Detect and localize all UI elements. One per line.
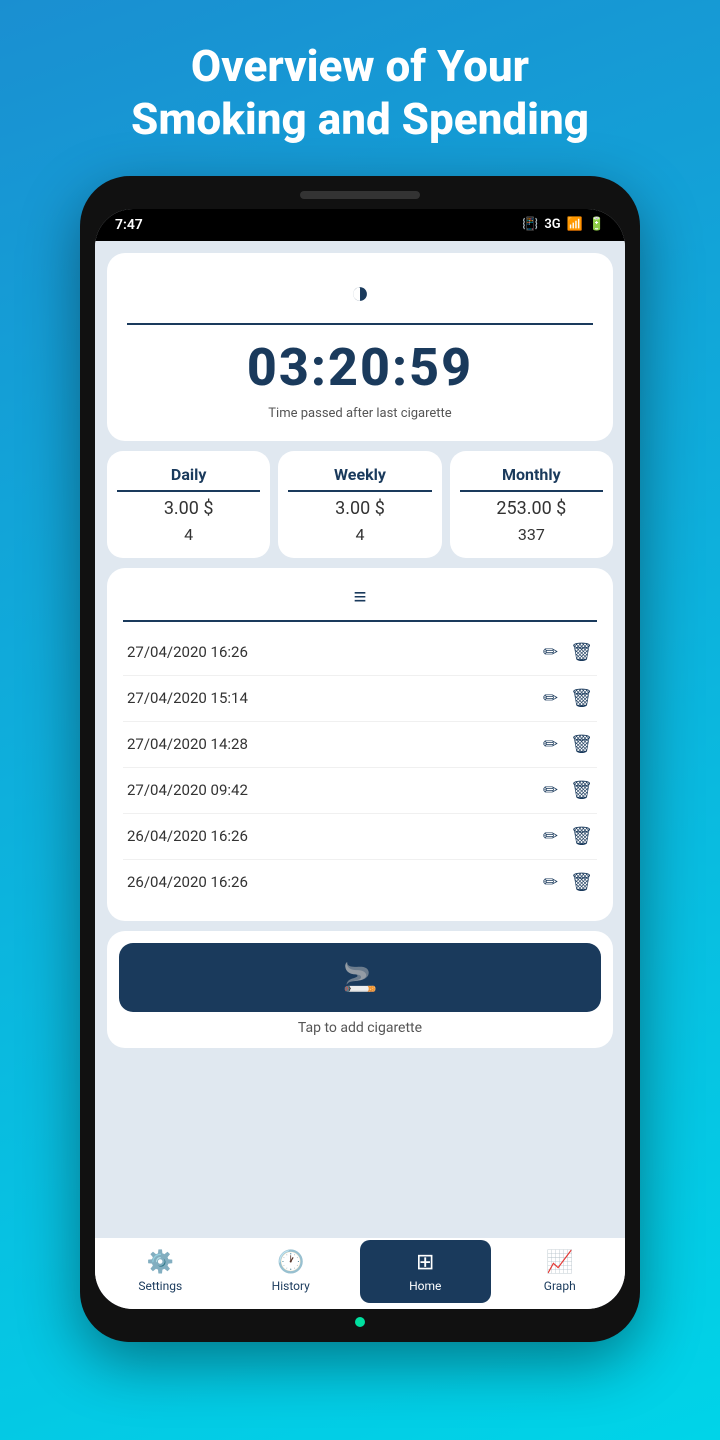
list-date-2: 27/04/2020 15:14 <box>127 689 248 707</box>
stats-row: Daily 3.00 $ 4 Weekly 3.00 $ 4 Monthly 2… <box>107 451 613 558</box>
add-label: Tap to add cigarette <box>298 1020 422 1036</box>
list-item: 27/04/2020 16:26 ✏ 🗑 <box>123 630 597 676</box>
list-date-5: 26/04/2020 16:26 <box>127 827 248 845</box>
nav-label-home: Home <box>409 1279 441 1293</box>
list-icon: ≡ <box>354 584 367 610</box>
stat-card-daily: Daily 3.00 $ 4 <box>107 451 270 558</box>
stat-divider-weekly <box>288 490 431 492</box>
stat-card-weekly: Weekly 3.00 $ 4 <box>278 451 441 558</box>
phone-notch <box>300 191 420 199</box>
settings-icon: ⚙️ <box>147 1250 174 1275</box>
nav-item-home[interactable]: ⊞ Home <box>360 1240 491 1303</box>
cigarette-icon: 🚬 <box>343 961 378 994</box>
nav-label-settings: Settings <box>138 1279 182 1293</box>
add-card: 🚬 Tap to add cigarette <box>107 931 613 1048</box>
timer-label: Time passed after last cigarette <box>268 406 451 421</box>
history-icon: 🕐 <box>277 1250 304 1275</box>
list-actions-2: ✏ 🗑 <box>543 688 593 709</box>
signal-label: 3G <box>544 217 560 232</box>
delete-button-1[interactable]: 🗑 <box>570 642 593 663</box>
edit-button-6[interactable]: ✏ <box>543 872 558 893</box>
phone-screen: 7:47 📳 3G 📶 🔋 ◑ 03:20:59 Time passed aft… <box>95 209 625 1309</box>
stat-count-monthly: 337 <box>518 525 545 544</box>
delete-button-4[interactable]: 🗑 <box>570 780 593 801</box>
list-actions-5: ✏ 🗑 <box>543 826 593 847</box>
phone-frame: 7:47 📳 3G 📶 🔋 ◑ 03:20:59 Time passed aft… <box>80 176 640 1342</box>
stat-count-daily: 4 <box>184 525 193 544</box>
bottom-nav: ⚙️ Settings 🕐 History ⊞ Home 📈 Graph <box>95 1238 625 1309</box>
clock-icon: ◑ <box>350 273 369 311</box>
list-header: ≡ <box>123 584 597 610</box>
list-item: 26/04/2020 16:26 ✏ 🗑 <box>123 860 597 905</box>
stat-divider-monthly <box>460 490 603 492</box>
list-date-4: 27/04/2020 09:42 <box>127 781 248 799</box>
stat-amount-weekly: 3.00 $ <box>335 498 385 519</box>
nav-label-graph: Graph <box>544 1279 576 1293</box>
page-title: Overview of Your Smoking and Spending <box>71 0 649 176</box>
add-cigarette-button[interactable]: 🚬 <box>119 943 601 1012</box>
edit-button-1[interactable]: ✏ <box>543 642 558 663</box>
vibrate-icon: 📳 <box>522 217 538 232</box>
delete-button-3[interactable]: 🗑 <box>570 734 593 755</box>
stat-title-daily: Daily <box>171 465 206 484</box>
stat-title-monthly: Monthly <box>502 465 561 484</box>
stat-amount-daily: 3.00 $ <box>164 498 214 519</box>
list-actions-3: ✏ 🗑 <box>543 734 593 755</box>
timer-value: 03:20:59 <box>247 337 473 398</box>
status-right: 📳 3G 📶 🔋 <box>522 217 605 232</box>
screen-content: ◑ 03:20:59 Time passed after last cigare… <box>95 241 625 1238</box>
timer-card: ◑ 03:20:59 Time passed after last cigare… <box>107 253 613 441</box>
delete-button-6[interactable]: 🗑 <box>570 872 593 893</box>
edit-button-2[interactable]: ✏ <box>543 688 558 709</box>
phone-home-dot <box>355 1317 365 1327</box>
home-icon: ⊞ <box>416 1250 434 1275</box>
list-item: 26/04/2020 16:26 ✏ 🗑 <box>123 814 597 860</box>
edit-button-5[interactable]: ✏ <box>543 826 558 847</box>
battery-icon: 🔋 <box>589 217 605 232</box>
timer-divider <box>127 323 593 325</box>
nav-item-settings[interactable]: ⚙️ Settings <box>95 1250 226 1293</box>
stat-card-monthly: Monthly 253.00 $ 337 <box>450 451 613 558</box>
nav-item-history[interactable]: 🕐 History <box>226 1250 357 1293</box>
signal-icon: 📶 <box>567 217 583 232</box>
edit-button-4[interactable]: ✏ <box>543 780 558 801</box>
stat-count-weekly: 4 <box>355 525 364 544</box>
delete-button-5[interactable]: 🗑 <box>570 826 593 847</box>
list-item: 27/04/2020 09:42 ✏ 🗑 <box>123 768 597 814</box>
list-date-6: 26/04/2020 16:26 <box>127 873 248 891</box>
list-date-1: 27/04/2020 16:26 <box>127 643 248 661</box>
edit-button-3[interactable]: ✏ <box>543 734 558 755</box>
list-actions-4: ✏ 🗑 <box>543 780 593 801</box>
list-item: 27/04/2020 15:14 ✏ 🗑 <box>123 676 597 722</box>
list-item: 27/04/2020 14:28 ✏ 🗑 <box>123 722 597 768</box>
stat-amount-monthly: 253.00 $ <box>496 498 566 519</box>
status-bar: 7:47 📳 3G 📶 🔋 <box>95 209 625 241</box>
list-actions-6: ✏ 🗑 <box>543 872 593 893</box>
graph-icon: 📈 <box>546 1250 573 1275</box>
stat-title-weekly: Weekly <box>334 465 386 484</box>
list-actions-1: ✏ 🗑 <box>543 642 593 663</box>
delete-button-2[interactable]: 🗑 <box>570 688 593 709</box>
stat-divider-daily <box>117 490 260 492</box>
status-time: 7:47 <box>115 217 143 233</box>
list-card: ≡ 27/04/2020 16:26 ✏ 🗑 27/04/2020 15:14 … <box>107 568 613 921</box>
nav-item-graph[interactable]: 📈 Graph <box>495 1250 626 1293</box>
list-header-divider <box>123 620 597 622</box>
nav-label-history: History <box>272 1279 310 1293</box>
list-date-3: 27/04/2020 14:28 <box>127 735 248 753</box>
